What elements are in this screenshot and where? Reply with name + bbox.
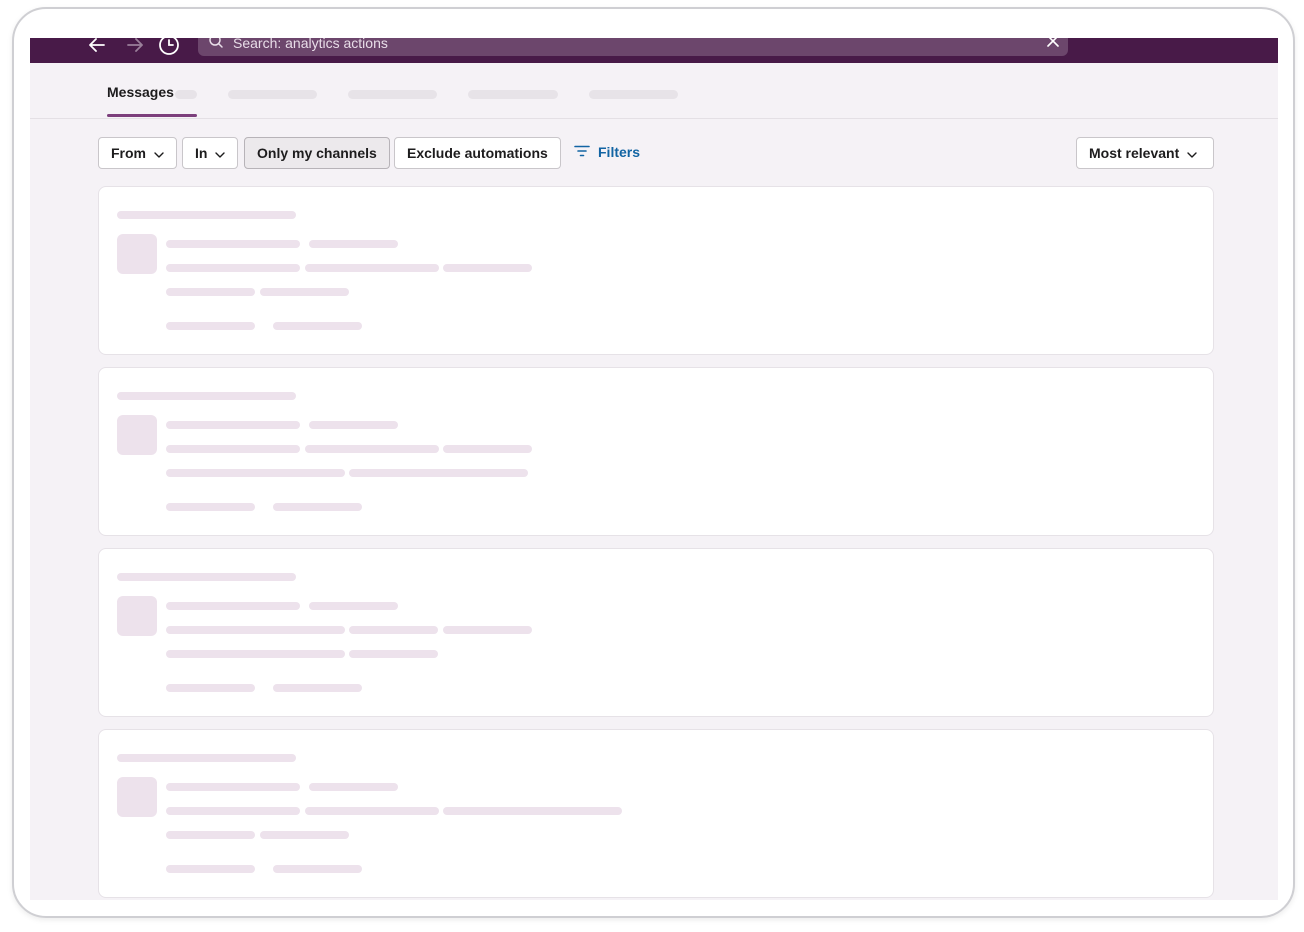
in-filter-button[interactable]: In	[182, 137, 239, 169]
text-line-placeholder	[166, 264, 300, 272]
text-line-placeholder	[166, 240, 300, 248]
text-line-placeholder	[443, 626, 532, 634]
text-line-placeholder	[349, 650, 438, 658]
text-line-placeholder	[309, 421, 398, 429]
avatar-placeholder	[117, 415, 157, 455]
exclude-automations-label: Exclude automations	[407, 145, 548, 161]
text-line-placeholder	[166, 421, 300, 429]
channel-line-placeholder	[117, 754, 296, 762]
tab-messages[interactable]: Messages	[107, 84, 174, 100]
only-my-channels-label: Only my channels	[257, 145, 377, 161]
channel-line-placeholder	[117, 211, 296, 219]
exclude-automations-toggle[interactable]: Exclude automations	[394, 137, 561, 169]
result-card-placeholder	[98, 548, 1214, 717]
text-line-placeholder	[166, 650, 345, 658]
chevron-down-icon	[215, 145, 226, 161]
text-line-placeholder	[166, 322, 255, 330]
clear-search-icon[interactable]	[1046, 38, 1060, 53]
text-line-placeholder	[166, 831, 255, 839]
forward-arrow-icon[interactable]	[126, 38, 144, 56]
text-line-placeholder	[349, 469, 528, 477]
from-filter-button[interactable]: From	[98, 137, 177, 169]
text-line-placeholder	[273, 684, 362, 692]
text-line-placeholder	[273, 865, 362, 873]
text-line-placeholder	[166, 602, 300, 610]
text-line-placeholder	[166, 445, 300, 453]
avatar-placeholder	[117, 234, 157, 274]
sort-label: Most relevant	[1089, 145, 1180, 161]
result-card-placeholder	[98, 186, 1214, 355]
text-line-placeholder	[260, 831, 349, 839]
text-line-placeholder	[309, 783, 398, 791]
tab-placeholder	[348, 90, 437, 99]
tab-placeholder	[468, 90, 558, 99]
text-line-placeholder	[273, 503, 362, 511]
device-frame: Search: analytics actions Messages From …	[12, 7, 1295, 918]
text-line-placeholder	[166, 783, 300, 791]
text-line-placeholder	[260, 288, 349, 296]
tab-count-placeholder	[175, 90, 197, 99]
text-line-placeholder	[349, 626, 438, 634]
avatar-placeholder	[117, 777, 157, 817]
sort-dropdown[interactable]: Most relevant	[1076, 137, 1214, 169]
active-tab-indicator	[107, 114, 197, 117]
text-line-placeholder	[166, 626, 345, 634]
result-card-placeholder	[98, 729, 1214, 898]
chevron-down-icon	[154, 145, 164, 161]
text-line-placeholder	[305, 264, 439, 272]
search-bar[interactable]: Search: analytics actions	[198, 38, 1068, 56]
channel-line-placeholder	[117, 573, 296, 581]
text-line-placeholder	[443, 445, 532, 453]
tab-placeholder	[228, 90, 317, 99]
history-clock-icon[interactable]	[158, 38, 180, 56]
search-icon	[208, 38, 224, 54]
filter-lines-icon	[574, 144, 598, 160]
only-my-channels-toggle[interactable]: Only my channels	[244, 137, 390, 169]
text-line-placeholder	[166, 865, 255, 873]
text-line-placeholder	[166, 684, 255, 692]
from-filter-label: From	[111, 145, 146, 161]
in-filter-label: In	[195, 145, 208, 161]
chevron-down-icon	[1187, 145, 1197, 161]
back-arrow-icon[interactable]	[88, 38, 106, 56]
text-line-placeholder	[309, 602, 398, 610]
text-line-placeholder	[166, 503, 255, 511]
text-line-placeholder	[273, 322, 362, 330]
channel-line-placeholder	[117, 392, 296, 400]
top-bar: Search: analytics actions	[30, 38, 1278, 63]
text-line-placeholder	[305, 807, 439, 815]
filters-button[interactable]: Filters	[574, 144, 640, 160]
search-query[interactable]: Search: analytics actions	[233, 38, 388, 51]
text-line-placeholder	[305, 445, 439, 453]
text-line-placeholder	[443, 807, 622, 815]
text-line-placeholder	[443, 264, 532, 272]
app-screen: Search: analytics actions Messages From …	[30, 38, 1278, 900]
tab-placeholder	[589, 90, 678, 99]
text-line-placeholder	[309, 240, 398, 248]
text-line-placeholder	[166, 807, 300, 815]
result-card-placeholder	[98, 367, 1214, 536]
text-line-placeholder	[166, 288, 255, 296]
text-line-placeholder	[166, 469, 345, 477]
filters-label: Filters	[598, 144, 641, 160]
avatar-placeholder	[117, 596, 157, 636]
search-tabs: Messages	[30, 63, 1278, 119]
